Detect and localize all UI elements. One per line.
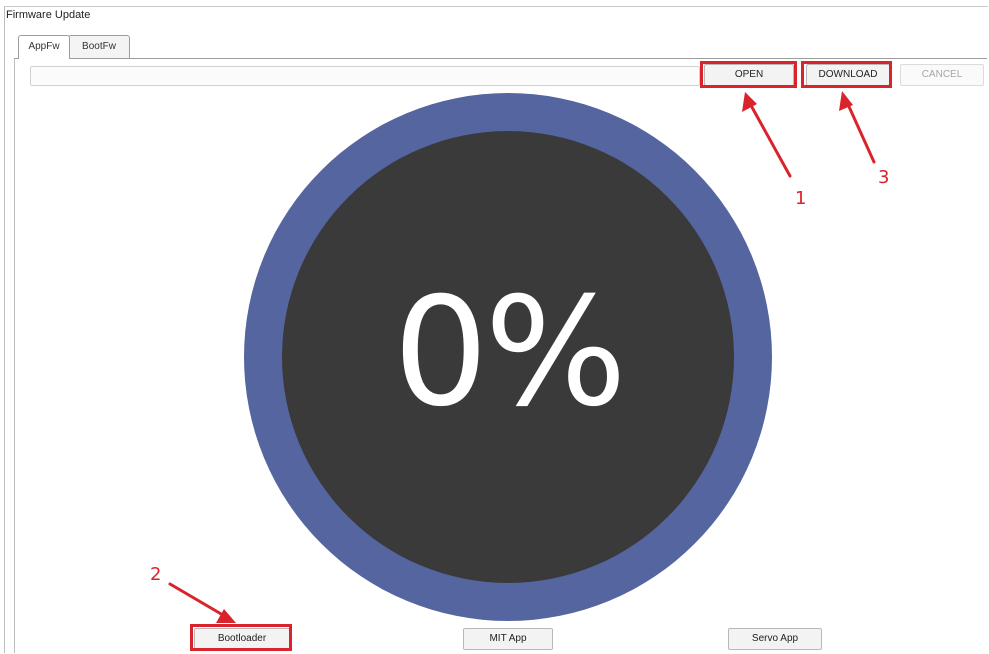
annotation-arrows bbox=[168, 91, 876, 623]
arrow-to-download bbox=[844, 98, 876, 164]
arrowhead-open bbox=[742, 92, 757, 112]
step-number-1: 1 bbox=[795, 188, 807, 209]
tab-appfw[interactable]: AppFw bbox=[18, 35, 70, 59]
arrow-to-open bbox=[746, 98, 792, 178]
step-number-2: 2 bbox=[150, 564, 162, 585]
step-number-3: 3 bbox=[878, 167, 890, 188]
arrow-to-bootloader bbox=[168, 582, 230, 620]
